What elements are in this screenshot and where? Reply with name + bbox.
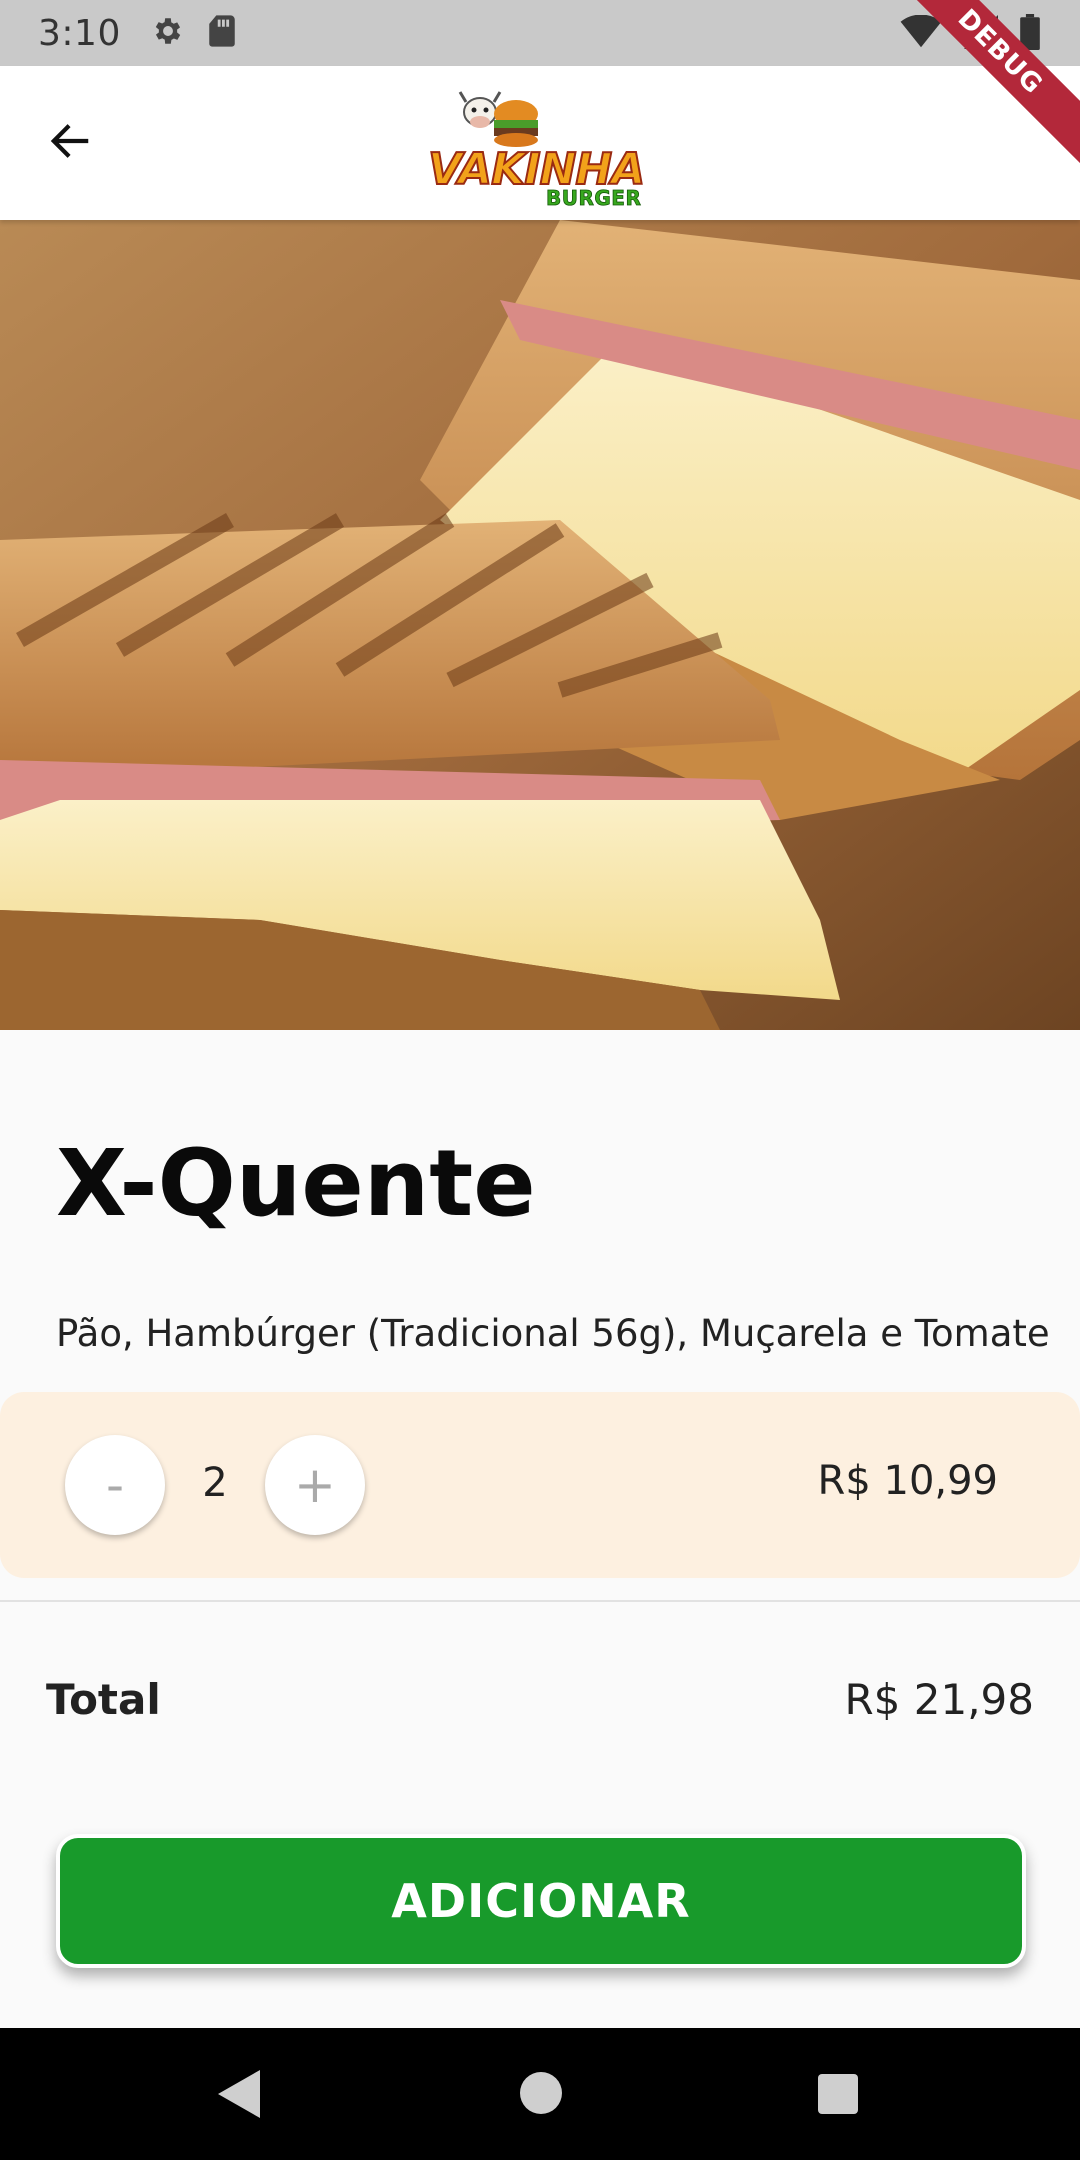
divider	[0, 1600, 1080, 1602]
total-label: Total	[46, 1675, 161, 1724]
total-value: R$ 21,98	[844, 1675, 1035, 1724]
increase-quantity-button[interactable]: +	[265, 1435, 365, 1535]
back-button[interactable]	[46, 118, 106, 168]
settings-icon	[151, 14, 185, 52]
back-arrow-icon	[46, 124, 96, 168]
unit-price: R$ 10,99	[817, 1458, 998, 1504]
quantity-row: - 2 + R$ 10,99	[0, 1392, 1080, 1578]
nav-home-icon[interactable]	[520, 2072, 562, 2114]
quantity-value: 2	[202, 1460, 228, 1506]
sd-card-icon	[207, 14, 237, 52]
nav-back-icon[interactable]	[218, 2070, 260, 2122]
status-bar: 3:10	[0, 0, 1080, 66]
nav-recent-icon[interactable]	[818, 2074, 858, 2114]
system-nav-bar	[0, 2028, 1080, 2160]
product-name: X-Quente	[56, 1130, 536, 1237]
vakinha-burger-logo: VAKINHA BURGER	[427, 86, 650, 210]
product-description: Pão, Hambúrger (Tradicional 56g), Muçare…	[56, 1312, 1050, 1355]
app-bar: VAKINHA BURGER	[0, 66, 1080, 220]
product-image	[0, 220, 1080, 1030]
add-button[interactable]: ADICIONAR	[56, 1834, 1026, 1968]
status-time: 3:10	[38, 12, 121, 54]
logo-subtext: BURGER	[546, 186, 642, 211]
decrease-quantity-button[interactable]: -	[65, 1435, 165, 1535]
wifi-icon	[900, 14, 942, 53]
